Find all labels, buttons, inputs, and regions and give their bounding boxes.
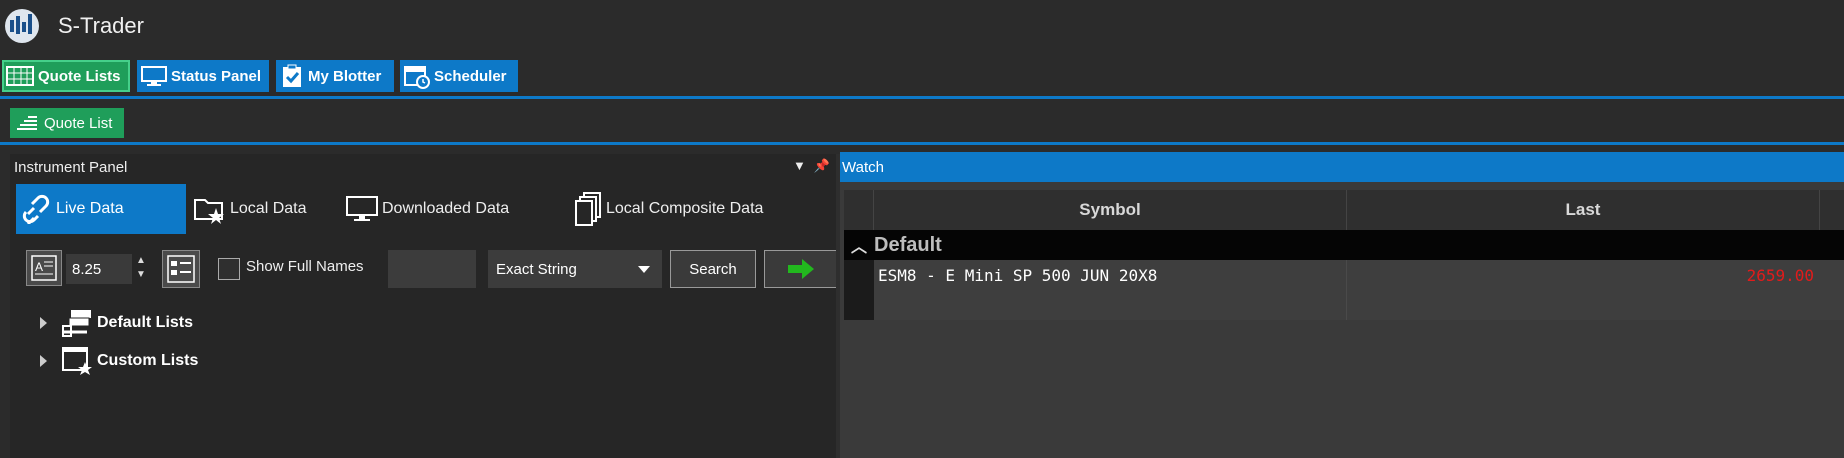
ribbon-tabs: Quote Lists Status Panel My Blotter Sche…: [0, 60, 1844, 94]
watch-header: Watch: [840, 152, 1844, 182]
chevron-up-icon[interactable]: ︿: [844, 233, 874, 257]
tab-status-panel[interactable]: Status Panel: [137, 60, 269, 92]
app-title: S-Trader: [58, 13, 144, 38]
list-details-icon: [167, 255, 195, 283]
watch-grid: Symbol Last ︿ Default ESM8 - E Mini SP 5…: [844, 190, 1844, 458]
list-view-icon[interactable]: [162, 250, 200, 288]
tab-label: Downloaded Data: [382, 200, 510, 217]
folder-star-icon: [194, 199, 224, 224]
quote-list-button[interactable]: Quote List: [10, 108, 124, 138]
tree-item-default-lists[interactable]: Default Lists: [40, 304, 440, 342]
ribbon-divider: [0, 96, 1844, 99]
window-star-icon: [62, 347, 92, 375]
text-format-icon: A: [31, 255, 57, 281]
show-full-names-label: Show Full Names: [246, 258, 364, 275]
tab-label: Local Composite Data: [606, 200, 764, 217]
pin-icon[interactable]: 📌: [814, 158, 830, 174]
instrument-toolbar: A 8.25 ▲ ▼ Show Full Names Exact String S…: [26, 250, 838, 294]
tab-scheduler[interactable]: Scheduler: [400, 60, 518, 92]
search-button[interactable]: Search: [670, 250, 756, 288]
show-full-names-checkbox[interactable]: [218, 258, 240, 280]
instrument-panel-header: Instrument Panel ▼ 📌: [10, 154, 836, 180]
tab-quote-lists[interactable]: Quote Lists: [2, 60, 130, 92]
stacked-lists-icon: [62, 310, 91, 337]
tree-item-label: Custom Lists: [97, 352, 199, 369]
green-arrow-right-icon: [788, 259, 814, 279]
tab-local-composite-data[interactable]: Local Composite Data: [574, 184, 804, 234]
expand-arrow-icon[interactable]: [40, 317, 47, 329]
app-logo-icon: [5, 9, 39, 43]
font-size-spinner[interactable]: ▲ ▼: [130, 254, 152, 284]
cell-last: [1348, 290, 1814, 320]
column-header-symbol[interactable]: Symbol: [874, 190, 1347, 230]
dropdown-icon[interactable]: ▼: [793, 158, 806, 174]
bars-icon: [17, 116, 37, 130]
grid-header: Symbol Last: [844, 190, 1844, 230]
column-divider: [1346, 260, 1347, 290]
tree-item-custom-lists[interactable]: Custom Lists: [40, 342, 440, 380]
tab-label: My Blotter: [308, 67, 382, 85]
match-mode-value: Exact String: [496, 260, 577, 278]
expand-arrow-icon[interactable]: [40, 355, 47, 367]
tab-live-data[interactable]: Live Data: [16, 184, 186, 234]
watch-panel: Watch Symbol Last ︿ Default ESM8 - E Min…: [840, 152, 1844, 458]
link-icon: [22, 194, 50, 224]
chevron-down-icon: [638, 266, 650, 273]
watch-title: Watch: [842, 158, 884, 176]
calendar-clock-icon: [404, 66, 430, 89]
row-gutter: [844, 290, 874, 320]
monitor-icon: [141, 66, 167, 86]
cell-last: 2659.00: [1746, 265, 1814, 285]
data-tabs: Live Data Local Data Downloaded Data Loc…: [16, 184, 836, 234]
column-header-last[interactable]: Last: [1347, 190, 1820, 230]
tab-label: Quote Lists: [38, 67, 121, 85]
group-label: Default: [874, 233, 942, 256]
match-mode-select[interactable]: Exact String: [488, 250, 662, 288]
tab-label: Status Panel: [171, 67, 262, 85]
tab-label: Local Data: [230, 200, 307, 217]
instrument-panel: Instrument Panel ▼ 📌 Live Data Local Dat…: [10, 154, 838, 458]
quote-list-label: Quote List: [44, 114, 113, 132]
column-divider: [1346, 290, 1347, 320]
tree-item-label: Default Lists: [97, 314, 194, 331]
panel-title: Instrument Panel: [14, 158, 128, 176]
instrument-tree: Default Lists Custom Lists: [40, 304, 440, 380]
tab-label: Live Data: [56, 200, 124, 217]
sub-ribbon: Quote List: [0, 100, 1844, 144]
sub-ribbon-divider: [0, 142, 1844, 145]
header-gutter: [844, 190, 874, 230]
grid-icon: [6, 66, 34, 86]
go-button[interactable]: [764, 250, 838, 288]
font-size-icon[interactable]: A: [26, 250, 62, 286]
title-bar: S-Trader: [0, 0, 1844, 56]
monitor-icon: [346, 196, 378, 221]
row-gutter: [844, 260, 874, 290]
table-row[interactable]: ESM8 - E Mini SP 500 JUN 20X8 2659.00: [844, 260, 1844, 290]
tab-local-data[interactable]: Local Data: [194, 184, 324, 234]
table-row-empty[interactable]: [844, 290, 1844, 320]
font-size-value[interactable]: 8.25: [66, 254, 132, 284]
cell-symbol: ESM8 - E Mini SP 500 JUN 20X8: [878, 265, 1158, 285]
clipboard-check-icon: [283, 64, 301, 87]
tab-downloaded-data[interactable]: Downloaded Data: [346, 184, 526, 234]
tab-label: Scheduler: [434, 67, 507, 85]
documents-stack-icon: [575, 192, 601, 226]
group-row-default[interactable]: ︿ Default: [844, 230, 1844, 260]
svg-text:A: A: [35, 260, 43, 274]
filter-input[interactable]: [388, 250, 476, 288]
tab-my-blotter[interactable]: My Blotter: [276, 60, 394, 92]
